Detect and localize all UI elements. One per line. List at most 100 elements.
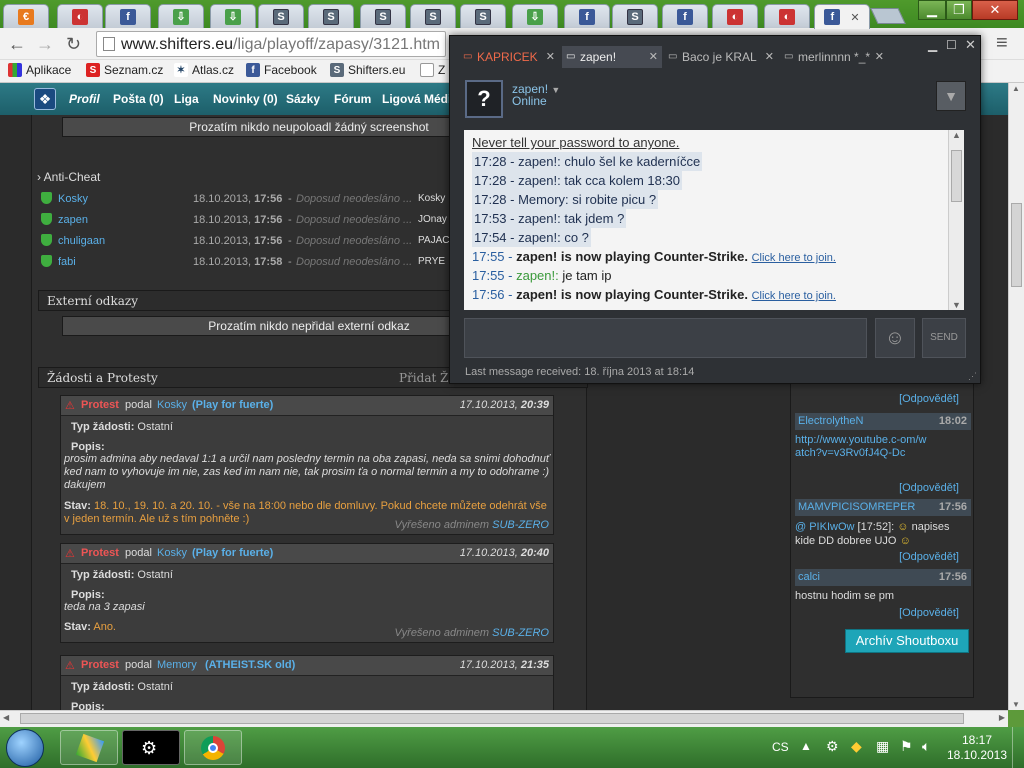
reply-link[interactable]: [Odpovědět] (899, 482, 959, 494)
nav-profil[interactable]: Profil (69, 92, 100, 106)
browser-tab[interactable]: S (410, 4, 456, 28)
close-tab-icon[interactable]: ✕ (875, 50, 884, 63)
anticheat-player[interactable]: fabi (58, 256, 76, 268)
network-icon[interactable]: ▦ (876, 738, 889, 755)
browser-tab[interactable]: f (564, 4, 610, 28)
reply-link[interactable]: [Odpovědět] (899, 551, 959, 563)
chrome-taskbar-icon[interactable] (184, 730, 242, 765)
language-indicator[interactable]: CS (772, 740, 789, 754)
chat-minimize-button[interactable]: ▁ (928, 38, 937, 52)
new-tab-button[interactable] (870, 8, 906, 24)
bookmark-shifters[interactable]: S Shifters.eu (330, 63, 405, 77)
menu-icon[interactable]: ≡ (996, 32, 1008, 55)
chevron-down-icon[interactable]: ▼ (551, 85, 560, 95)
chat-tab[interactable]: ▭ KAPRICEK ✕ (459, 46, 559, 68)
flag-icon[interactable]: ⚑ (900, 738, 913, 755)
site-logo-icon[interactable]: ❖ (34, 88, 56, 110)
admin-link[interactable]: SUB-ZERO (492, 519, 549, 531)
browser-tab[interactable]: f (662, 4, 708, 28)
close-window-button[interactable]: ✕ (972, 0, 1018, 20)
anticheat-player[interactable]: chuligaan (58, 235, 105, 247)
scroll-up-icon[interactable]: ▲ (1012, 84, 1020, 93)
shout-link[interactable]: http://www.youtube.c-om/watch?v=v3Rv0fJ4… (795, 434, 927, 460)
anticheat-player[interactable]: Kosky (58, 193, 88, 205)
nav-forum[interactable]: Fórum (334, 92, 371, 106)
chat-tab[interactable]: ▭ zapen! ✕ (562, 46, 662, 68)
scroll-down-icon[interactable]: ▼ (952, 300, 961, 310)
volume-icon[interactable]: 🔈︎ (922, 738, 930, 755)
browser-tab[interactable]: ⇩ (512, 4, 558, 28)
shout-user[interactable]: calci (798, 571, 820, 583)
scroll-up-icon[interactable]: ▲ (952, 130, 961, 140)
reply-link[interactable]: [Odpovědět] (899, 607, 959, 619)
send-button[interactable]: SEND (922, 318, 966, 358)
admin-link[interactable]: SUB-ZERO (492, 627, 549, 639)
bluestacks-taskbar-icon[interactable] (60, 730, 118, 765)
browser-tab[interactable]: S (460, 4, 506, 28)
shout-user[interactable]: ElectrolytheN (798, 415, 863, 427)
back-icon[interactable]: ← (8, 34, 26, 55)
chat-input[interactable] (464, 318, 867, 358)
reload-icon[interactable]: ↻ (66, 34, 81, 55)
browser-tab[interactable]: S (360, 4, 406, 28)
browser-tab[interactable]: ◐ (712, 4, 758, 28)
start-button[interactable] (6, 729, 44, 767)
protest-team-link[interactable]: (ATHEIST.SK old) (205, 659, 295, 671)
nav-sazky[interactable]: Sázky (286, 92, 320, 106)
resize-grip-icon[interactable]: ⋰ (968, 371, 977, 382)
browser-tab[interactable]: € (3, 4, 49, 28)
bookmark-seznam[interactable]: S Seznam.cz (86, 63, 163, 77)
bookmark-z[interactable]: Z (420, 63, 445, 77)
protest-team-link[interactable]: (Play for fuerte) (192, 547, 273, 559)
mention-user[interactable]: @ PIKIwOw (795, 521, 854, 533)
nav-novinky[interactable]: Novinky (0) (213, 92, 278, 106)
bookmark-apps[interactable]: Aplikace (8, 63, 71, 77)
close-tab-icon[interactable]: ✕ (546, 50, 555, 63)
browser-tab[interactable]: S (612, 4, 658, 28)
minimize-button[interactable]: ▁ (918, 0, 946, 20)
close-tab-icon[interactable]: ✕ (649, 50, 658, 63)
friend-avatar[interactable]: ? (465, 80, 503, 118)
browser-tab[interactable]: f ✕ (814, 4, 870, 29)
nav-liga[interactable]: Liga (174, 92, 199, 106)
emoticon-button[interactable]: ☺ (875, 318, 915, 358)
scroll-down-icon[interactable]: ▼ (1012, 700, 1020, 709)
scroll-left-icon[interactable]: ◀ (3, 713, 9, 722)
browser-tab[interactable]: f (105, 4, 151, 28)
page-vertical-scrollbar[interactable]: ▲ ▼ (1008, 83, 1024, 710)
nav-ligova-media[interactable]: Ligová Média (382, 92, 458, 106)
page-horizontal-scrollbar[interactable]: ◀ ▶ (0, 710, 1008, 727)
bluestacks-tray-icon[interactable]: ◆ (851, 738, 862, 755)
chat-scroll-thumb[interactable] (951, 150, 962, 202)
protest-team-link[interactable]: (Play for fuerte) (192, 399, 273, 411)
steam-taskbar-icon[interactable]: ⚙ (122, 730, 180, 765)
chat-close-button[interactable]: ✕ (965, 37, 976, 53)
reply-link[interactable]: [Odpovědět] (899, 393, 959, 405)
bookmark-atlas[interactable]: ✶ Atlas.cz (174, 63, 234, 77)
show-desktop-button[interactable] (1012, 727, 1024, 768)
chat-maximize-button[interactable]: ☐ (946, 38, 957, 52)
forward-icon[interactable]: → (36, 34, 54, 55)
chat-scrollbar[interactable]: ▲ ▼ (948, 130, 964, 310)
clock[interactable]: 18:17 18.10.2013 (944, 733, 1010, 763)
maximize-button[interactable]: ❐ (946, 0, 972, 20)
browser-tab[interactable]: ◐ (764, 4, 810, 28)
close-tab-icon[interactable]: ✕ (765, 50, 774, 63)
shoutbox-archive-button[interactable]: Archív Shoutboxu (845, 629, 969, 653)
chat-options-dropdown[interactable]: ▼ (936, 81, 966, 111)
chat-tab[interactable]: ▭ merlinnnn *_* ✕ (780, 46, 888, 68)
protest-user-link[interactable]: Memory (157, 659, 197, 671)
protest-user-link[interactable]: Kosky (157, 547, 187, 559)
chat-tab[interactable]: ▭ Baco je KRAL ✕ (664, 46, 778, 68)
browser-tab[interactable]: S (308, 4, 354, 28)
join-game-link[interactable]: Click here to join. (752, 290, 836, 302)
protest-user-link[interactable]: Kosky (157, 399, 187, 411)
anticheat-player[interactable]: zapen (58, 214, 88, 226)
browser-tab[interactable]: ⇩ (158, 4, 204, 28)
bookmark-facebook[interactable]: f Facebook (246, 63, 317, 77)
close-tab-icon[interactable]: ✕ (850, 11, 859, 24)
nav-posta[interactable]: Pošta (0) (113, 92, 164, 106)
address-bar[interactable]: www.shifters.eu/liga/playoff/zapasy/3121… (96, 31, 446, 57)
join-game-link[interactable]: Click here to join. (752, 252, 836, 264)
shout-user[interactable]: MAMVPICISOMREPER (798, 501, 915, 513)
